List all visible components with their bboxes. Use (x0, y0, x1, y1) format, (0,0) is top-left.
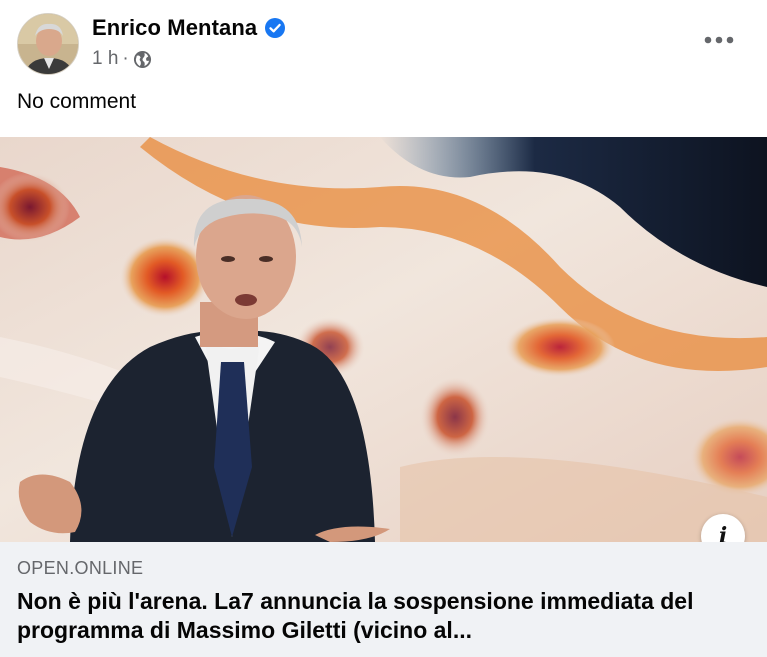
info-icon: i (718, 523, 728, 542)
author-name-text[interactable]: Enrico Mentana (92, 15, 257, 41)
post-meta: 1 h · (92, 48, 152, 70)
verified-badge-icon (265, 18, 286, 38)
more-options-icon (704, 36, 734, 44)
post-time[interactable]: 1 h (92, 48, 118, 70)
more-options-button[interactable] (701, 28, 737, 52)
post-message: No comment (17, 90, 137, 113)
avatar-photo (18, 14, 78, 74)
link-preview-image[interactable]: i (0, 137, 767, 542)
link-headline[interactable]: Non è più l'arena. La7 annuncia la sospe… (17, 587, 747, 645)
meta-separator: · (122, 48, 129, 69)
link-domain: OPEN.ONLINE (17, 558, 144, 578)
author-name[interactable]: Enrico Mentana (92, 15, 286, 41)
post-header: Enrico Mentana 1 h · (0, 0, 767, 86)
news-photo (0, 137, 767, 542)
globe-icon[interactable] (133, 50, 152, 69)
facebook-post: Enrico Mentana 1 h · No comment i OPEN.O… (0, 0, 767, 657)
link-preview-footer[interactable]: OPEN.ONLINE Non è più l'arena. La7 annun… (0, 542, 767, 657)
avatar[interactable] (17, 13, 79, 75)
